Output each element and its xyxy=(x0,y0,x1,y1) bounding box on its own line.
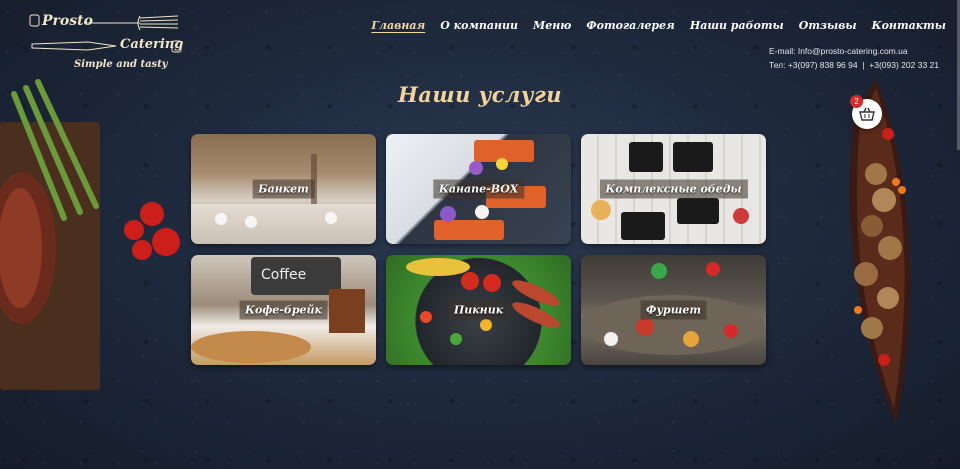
nav-item-home[interactable]: Главная xyxy=(371,19,425,32)
cart-count-badge: 2 xyxy=(850,95,863,108)
phone-1[interactable]: +3(097) 838 96 94 xyxy=(788,60,858,70)
service-card-coffee-break[interactable]: Coffee Кофе-брейк xyxy=(191,255,376,365)
nav-item-works[interactable]: Наши работы xyxy=(690,19,784,32)
tomatoes-decoration xyxy=(124,202,180,260)
main-nav: Главная О компании Меню Фотогалерея Наши… xyxy=(371,19,946,32)
phone-line: Тел: +3(097) 838 96 94 | +3(093) 202 33 … xyxy=(769,58,939,72)
email-line: E-mail: Info@prosto-catering.com.ua xyxy=(769,44,939,58)
logo-brand-prosto: Prosto xyxy=(42,13,93,29)
logo[interactable]: Prosto Catering Simple and tasty xyxy=(28,10,188,76)
phone-2[interactable]: +3(093) 202 33 21 xyxy=(869,60,939,70)
logo-slogan: Simple and tasty xyxy=(74,59,168,70)
service-card-banket[interactable]: Банкет xyxy=(191,134,376,244)
logo-brand-catering: Catering xyxy=(120,37,184,52)
service-label-furshet: Фуршет xyxy=(640,300,707,320)
cart-button[interactable]: 2 xyxy=(850,95,882,129)
service-card-furshet[interactable]: Фуршет xyxy=(581,255,766,365)
service-label-complex-lunch: Комплексные обеды xyxy=(599,179,748,199)
nav-item-about[interactable]: О компании xyxy=(440,19,518,32)
nav-item-contacts[interactable]: Контакты xyxy=(872,19,946,32)
svg-text:Coffee: Coffee xyxy=(261,267,306,283)
service-label-picnic: Пикник xyxy=(447,300,510,320)
service-card-picnic[interactable]: Пикник xyxy=(386,255,571,365)
email-link[interactable]: Info@prosto-catering.com.ua xyxy=(798,46,908,56)
phone-label: Тел: xyxy=(769,60,786,70)
phone-separator: | xyxy=(862,60,865,70)
basket-icon xyxy=(859,107,875,121)
service-label-banket: Банкет xyxy=(252,179,315,199)
services-title: Наши услуги xyxy=(397,82,563,107)
email-label: E-mail: xyxy=(769,46,796,56)
service-label-coffee-break: Кофе-брейк xyxy=(239,300,328,320)
nuts-dish-decoration xyxy=(849,78,911,423)
services-grid: Банкет Канапе-BOX Комплексные обеды Coff… xyxy=(191,134,766,365)
nav-item-reviews[interactable]: Отзывы xyxy=(799,19,857,32)
header-contacts: E-mail: Info@prosto-catering.com.ua Тел:… xyxy=(769,44,939,72)
service-card-kanape-box[interactable]: Канапе-BOX xyxy=(386,134,571,244)
service-label-kanape-box: Канапе-BOX xyxy=(432,179,525,199)
nav-item-gallery[interactable]: Фотогалерея xyxy=(586,19,675,32)
service-card-complex-lunch[interactable]: Комплексные обеды xyxy=(581,134,766,244)
steak-board-decoration xyxy=(0,79,100,390)
nav-item-menu[interactable]: Меню xyxy=(533,19,571,32)
